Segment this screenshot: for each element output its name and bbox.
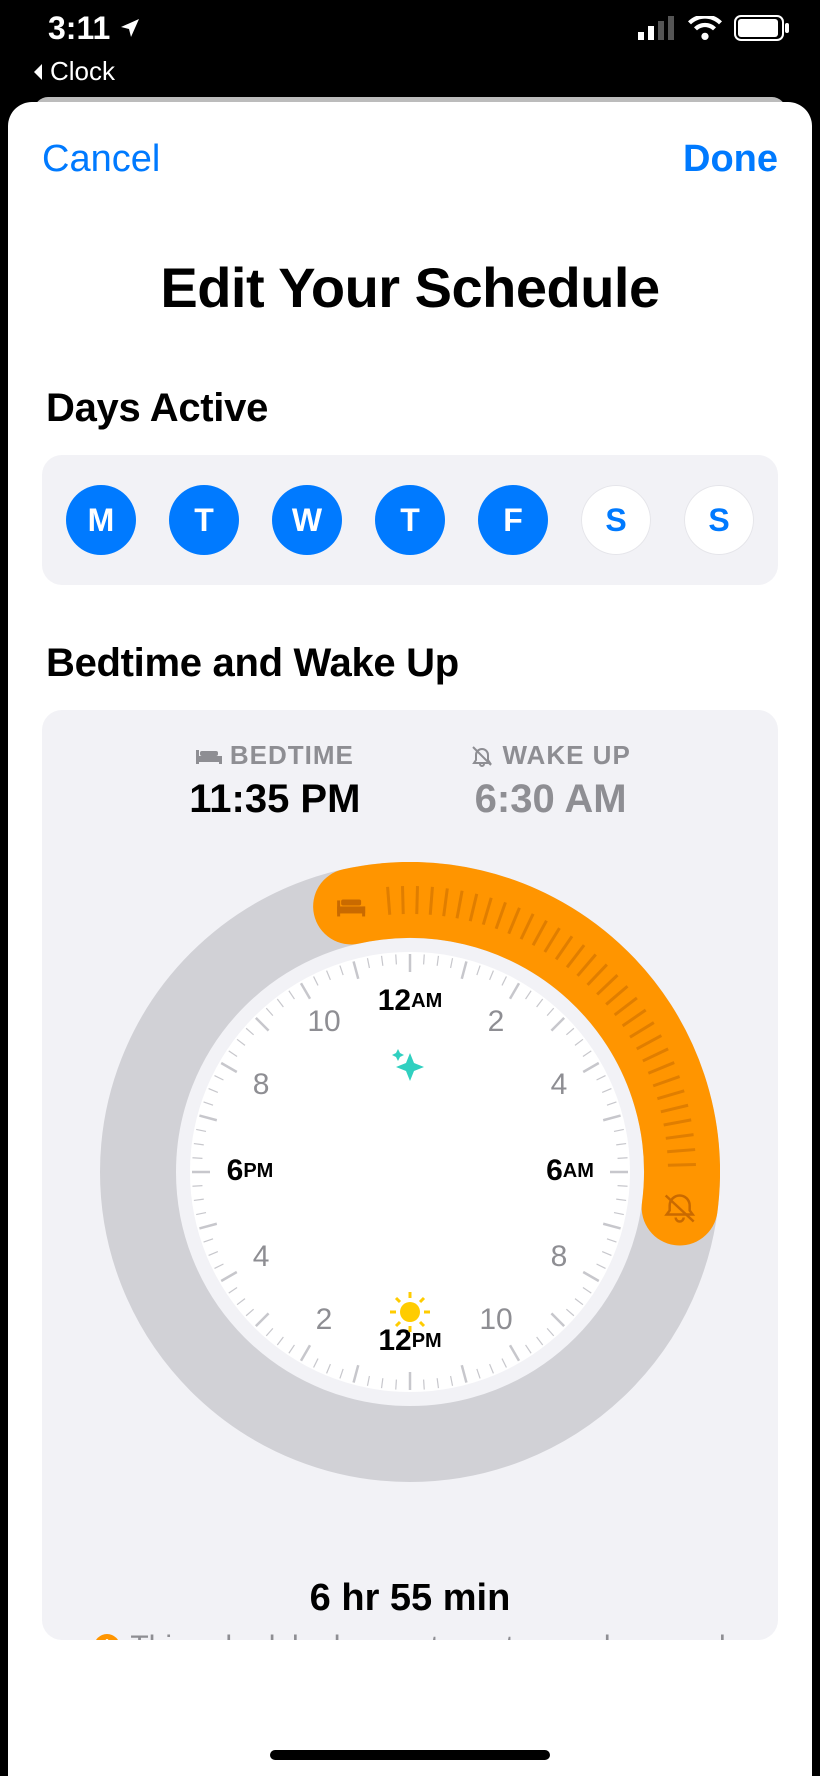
bedtime-wakeup-card: BEDTIME 11:35 PM WAKE UP 6:30 AM [42,710,778,1640]
svg-text:4: 4 [253,1240,270,1273]
day-toggle-1[interactable]: T [169,485,239,555]
cellular-icon [638,16,676,40]
svg-text:2: 2 [316,1303,333,1336]
svg-text:4: 4 [551,1068,568,1101]
location-icon [118,16,142,40]
day-toggle-4[interactable]: F [478,485,548,555]
bedtime-value: 11:35 PM [189,777,360,822]
day-toggle-5[interactable]: S [581,485,651,555]
back-app-label: Clock [50,56,115,87]
cancel-button[interactable]: Cancel [42,138,160,181]
wakeup-column: WAKE UP 6:30 AM [470,740,630,822]
sleep-dial[interactable]: 12AM246AM81012PM246PM810 [100,862,720,1482]
home-indicator[interactable] [270,1750,550,1760]
warning-text: This schedule does not meet your sleep g… [130,1630,725,1640]
status-time: 3:11 [48,10,110,47]
page-title: Edit Your Schedule [8,255,812,320]
day-toggle-3[interactable]: T [375,485,445,555]
sleep-goal-warning: This schedule does not meet your sleep g… [42,1630,778,1640]
wakeup-value: 6:30 AM [470,777,630,822]
status-bar: 3:11 [0,0,820,56]
done-button[interactable]: Done [683,138,778,181]
sleep-duration: 6 hr 55 min [42,1577,778,1620]
back-to-app[interactable]: Clock [0,56,820,97]
day-toggle-0[interactable]: M [66,485,136,555]
modal-sheet: Cancel Done Edit Your Schedule Days Acti… [8,102,812,1776]
wifi-icon [688,16,722,40]
svg-text:10: 10 [307,1005,340,1038]
day-toggle-6[interactable]: S [684,485,754,555]
wakeup-heading: WAKE UP [502,740,630,771]
bell-off-icon [470,744,494,768]
bedtime-heading: BEDTIME [230,740,354,771]
days-selector: MTWTFSS [42,455,778,585]
svg-text:10: 10 [479,1303,512,1336]
days-active-label: Days Active [8,386,812,431]
chevron-left-icon [30,62,46,82]
device-frame: 3:11 Clock Cancel Done Edit Your Schedul… [0,0,820,1776]
battery-icon [734,15,790,41]
svg-text:8: 8 [551,1240,568,1273]
sun-icon [390,1292,430,1332]
sheet-navbar: Cancel Done [8,102,812,181]
svg-text:2: 2 [488,1005,505,1038]
bedtime-wakeup-label: Bedtime and Wake Up [8,641,812,686]
svg-text:8: 8 [253,1068,270,1101]
warning-icon [94,1634,120,1640]
bed-icon [196,746,222,766]
bedtime-column: BEDTIME 11:35 PM [189,740,360,822]
day-toggle-2[interactable]: W [272,485,342,555]
